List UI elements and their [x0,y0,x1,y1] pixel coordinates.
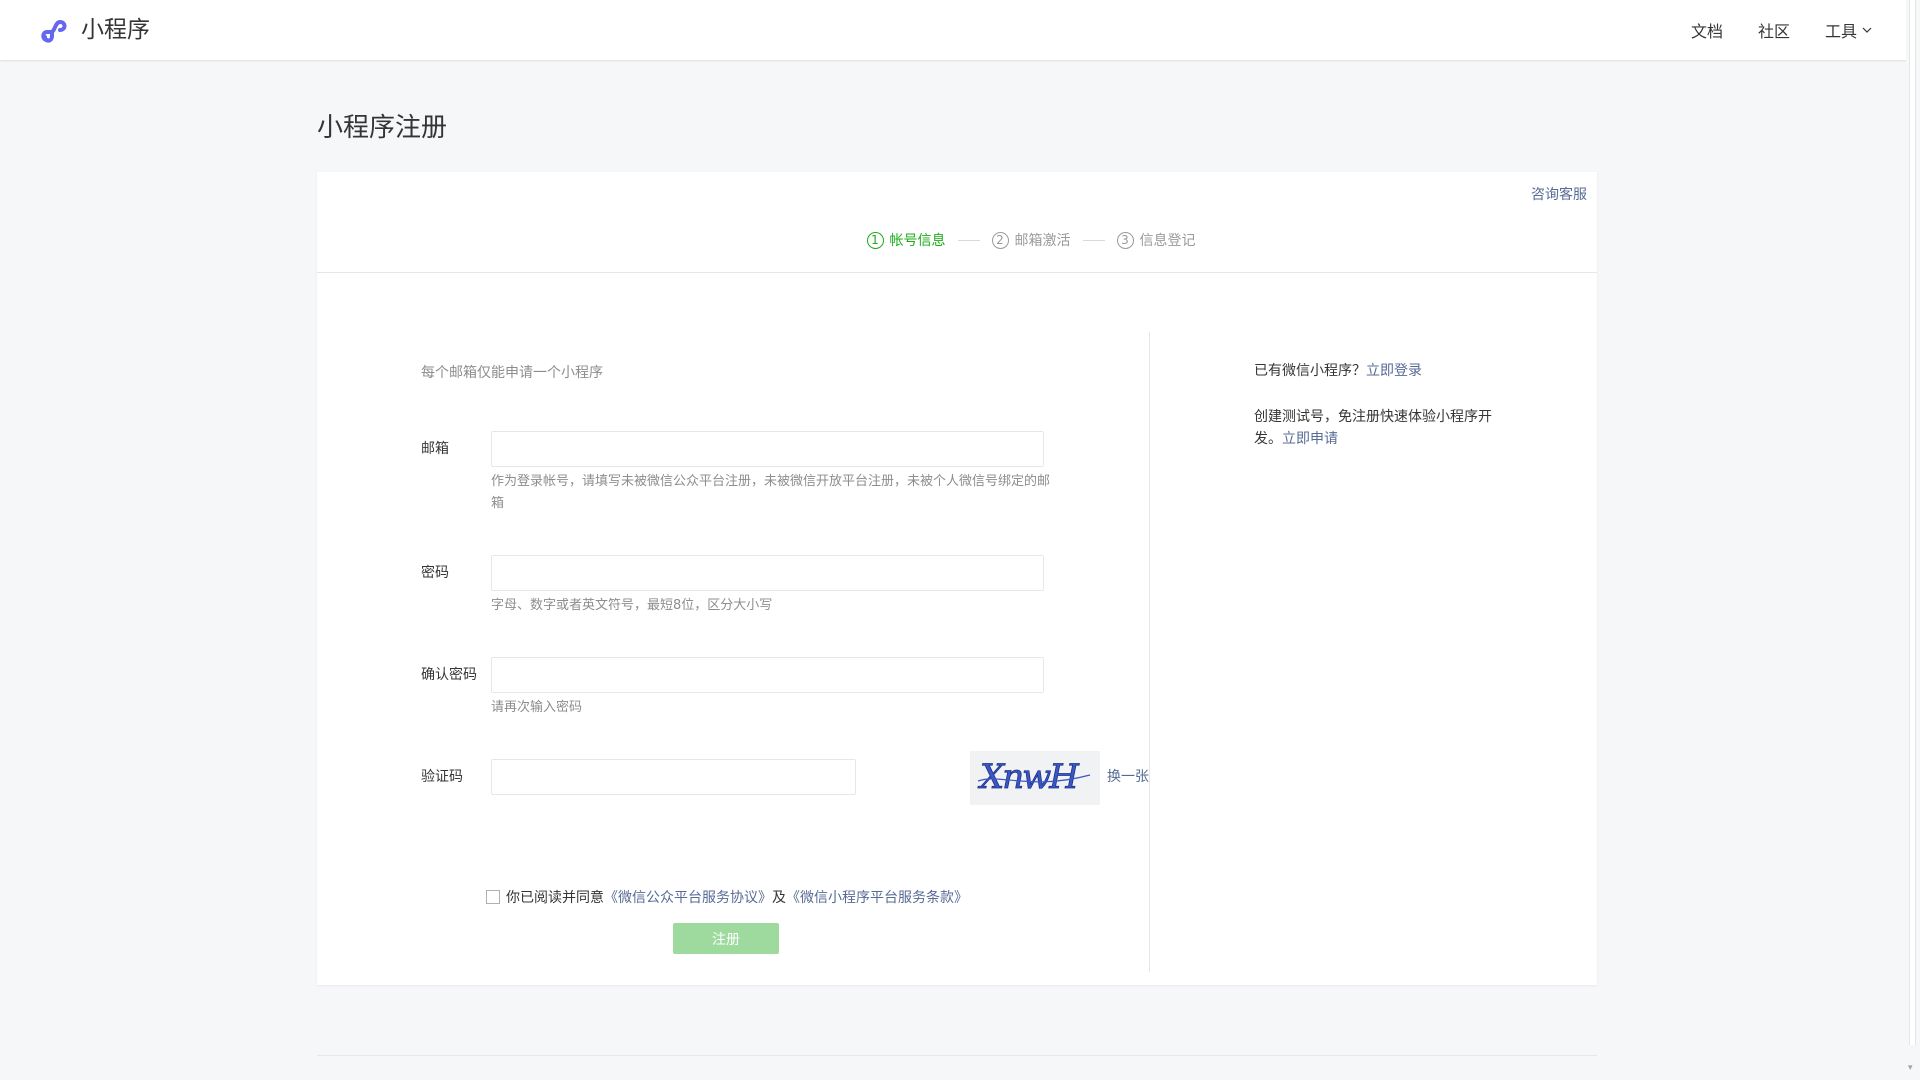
captcha-input[interactable] [491,759,856,795]
scroll-down-arrow-icon[interactable]: ▾ [1908,1064,1916,1073]
test-account-prompt: 创建测试号，免注册快速体验小程序开发。立即申请 [1254,406,1504,450]
card-divider [317,272,1597,273]
login-prompt-text: 已有微信小程序？ [1254,363,1366,379]
step-label: 信息登记 [1139,233,1196,249]
step-info-registration: 3 信息登记 [1116,230,1196,250]
register-button[interactable]: 注册 [673,923,779,954]
agreement-prefix: 你已阅读并同意 [506,890,604,906]
step-label: 邮箱激活 [1014,233,1071,249]
agreement-row: 你已阅读并同意 《微信公众平台服务协议》 及 《微信小程序平台服务条款》 [486,887,968,907]
password-input[interactable] [491,555,1044,591]
apply-now-link[interactable]: 立即申请 [1282,431,1338,447]
step-number: 1 [866,231,884,249]
nav-docs[interactable]: 文档 [1691,18,1723,42]
step-email-activation: 2 邮箱激活 [991,230,1071,250]
mini-program-logo-icon [41,19,67,43]
captcha-refresh-link[interactable]: 换一张 [1107,759,1149,795]
captcha-image[interactable]: XnwH [970,751,1100,805]
step-number: 3 [1116,231,1134,249]
customer-service-link[interactable]: 咨询客服 [1531,184,1587,204]
captcha-label: 验证码 [421,769,463,785]
brand-link[interactable]: 小程序 [39,14,150,46]
password-hint: 字母、数字或者英文符号，最短8位，区分大小写 [491,598,773,613]
confirm-password-hint: 请再次输入密码 [491,700,583,715]
nav-community[interactable]: 社区 [1758,18,1790,42]
top-nav: 文档 社区 工具 [1656,0,1873,60]
captcha-text: XnwH [977,757,1080,797]
form-tips: 每个邮箱仅能申请一个小程序 [421,365,603,381]
password-label: 密码 [421,565,449,581]
footer-divider [317,1055,1597,1056]
login-prompt: 已有微信小程序？立即登录 [1254,360,1504,382]
step-indicator: 1 帐号信息 2 邮箱激活 3 信息登记 [317,227,1597,253]
chevron-down-icon [1862,27,1872,33]
page-title: 小程序注册 [317,113,448,143]
step-separator [957,239,980,241]
step-separator [1082,239,1105,241]
brand-name: 小程序 [81,17,150,43]
service-agreement-link[interactable]: 《微信公众平台服务协议》 [604,887,772,907]
agreement-checkbox[interactable] [486,890,500,904]
confirm-password-label: 确认密码 [421,667,477,683]
step-account-info: 1 帐号信息 [866,230,946,250]
email-input[interactable] [491,431,1044,467]
nav-tools[interactable]: 工具 [1825,18,1873,42]
side-panel: 已有微信小程序？立即登录 创建测试号，免注册快速体验小程序开发。立即申请 [1254,360,1504,474]
scrollbar-thumb[interactable] [1909,0,1916,1045]
login-now-link[interactable]: 立即登录 [1366,363,1422,379]
confirm-password-input[interactable] [491,657,1044,693]
email-hint: 作为登录帐号，请填写未被微信公众平台注册，未被微信开放平台注册，未被个人微信号绑… [491,474,1051,511]
page-scrollbar[interactable]: ▾ [1906,0,1920,1080]
vertical-divider [1149,332,1150,972]
agreement-middle: 及 [772,890,786,906]
platform-terms-link[interactable]: 《微信小程序平台服务条款》 [786,887,968,907]
top-nav-bar: 小程序 文档 社区 工具 [0,0,1920,60]
step-number: 2 [991,231,1009,249]
step-label: 帐号信息 [889,233,946,249]
nav-tools-label: 工具 [1824,22,1857,41]
email-label: 邮箱 [421,441,449,457]
